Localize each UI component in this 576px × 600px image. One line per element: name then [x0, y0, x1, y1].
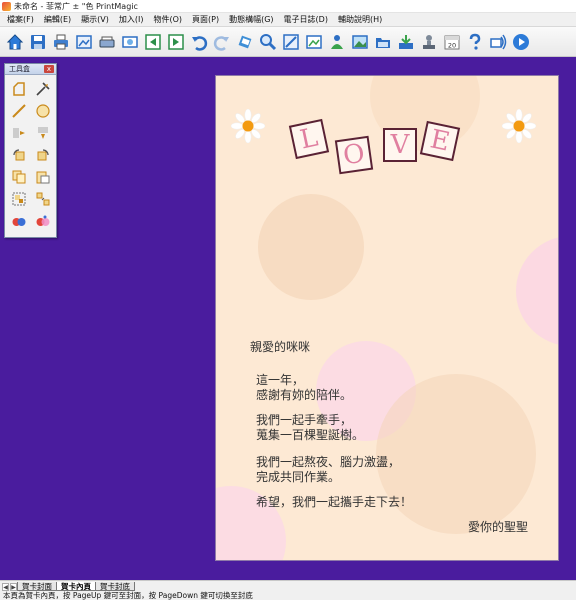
message-line[interactable]: 完成共同作業。: [256, 470, 340, 485]
menu-ediary[interactable]: 電子日誌(D): [279, 14, 333, 25]
color-fill-icon[interactable]: [7, 210, 31, 232]
rotate-right-icon[interactable]: [31, 144, 55, 166]
signature[interactable]: 愛你的聖聖: [468, 520, 528, 535]
undo-icon[interactable]: [189, 32, 209, 52]
image-frame-icon[interactable]: [304, 32, 324, 52]
decor-circle: [258, 194, 364, 300]
page-tabs: ◀ ▶ 賀卡封面 賀卡內頁 賀卡封底: [0, 581, 576, 591]
message-line[interactable]: 感謝有妳的陪伴。: [256, 388, 352, 403]
color-effect-icon[interactable]: [31, 210, 55, 232]
tab-prev-icon[interactable]: ◀: [2, 583, 9, 591]
zoom-icon[interactable]: [258, 32, 278, 52]
letter-tile-v[interactable]: V: [383, 128, 417, 162]
menu-page[interactable]: 頁面(P): [187, 14, 224, 25]
decor-circle: [376, 374, 536, 534]
menu-animation[interactable]: 動態構幅(G): [224, 14, 278, 25]
ellipse-icon[interactable]: [31, 100, 55, 122]
status-area: ◀ ▶ 賀卡封面 賀卡內頁 賀卡封底 本頁為賀卡內頁，按 PageUp 鍵可至封…: [0, 580, 576, 600]
open-folder-icon[interactable]: [373, 32, 393, 52]
prev-page-icon[interactable]: [143, 32, 163, 52]
daisy-flower-icon: [231, 109, 265, 143]
rotate-left-icon[interactable]: [7, 144, 31, 166]
next-page-icon[interactable]: [166, 32, 186, 52]
toolbox-title: 工具盒: [9, 65, 30, 73]
menu-help[interactable]: 輔助說明(H): [333, 14, 387, 25]
scan-icon[interactable]: [97, 32, 117, 52]
close-icon[interactable]: x: [44, 65, 54, 73]
message-line[interactable]: 蒐集一百棵聖誕樹。: [256, 428, 364, 443]
tool-grid: [5, 75, 56, 235]
menu-object[interactable]: 物件(O): [148, 14, 187, 25]
flip-horizontal-icon[interactable]: [7, 122, 31, 144]
network-icon[interactable]: [488, 32, 508, 52]
message-line[interactable]: 希望，我們一起攜手走下去！: [256, 495, 412, 510]
ungroup-icon[interactable]: [31, 188, 55, 210]
group-icon[interactable]: [7, 188, 31, 210]
print-preview-icon[interactable]: [74, 32, 94, 52]
person-icon[interactable]: [327, 32, 347, 52]
menu-bar: 檔案(F) 編輯(E) 顯示(V) 加入(I) 物件(O) 頁面(P) 動態構幅…: [0, 13, 576, 27]
rotate-icon[interactable]: [235, 32, 255, 52]
download-icon[interactable]: [396, 32, 416, 52]
message-line[interactable]: 我們一起熬夜、腦力激盪，: [256, 455, 400, 470]
greeting-card-page[interactable]: L O V E 親愛的咪咪 這一年， 感謝有妳的陪伴。 我們一起手牽手， 蒐集一…: [215, 75, 559, 561]
main-toolbar: 20: [0, 27, 576, 57]
message-line[interactable]: 我們一起手牽手，: [256, 413, 352, 428]
toolbox-titlebar[interactable]: 工具盒 x: [5, 64, 56, 75]
letter-tile-e[interactable]: E: [419, 120, 461, 162]
greeting-line[interactable]: 親愛的咪咪: [250, 340, 310, 355]
title-bar: 未命名 - 菲常广 ± "色 PrintMagic: [0, 0, 576, 13]
pen-icon[interactable]: [31, 78, 55, 100]
menu-insert[interactable]: 加入(I): [114, 14, 149, 25]
message-line[interactable]: 這一年，: [256, 373, 304, 388]
paste-icon[interactable]: [31, 166, 55, 188]
photo-icon[interactable]: [120, 32, 140, 52]
menu-file[interactable]: 檔案(F): [2, 14, 39, 25]
print-icon[interactable]: [51, 32, 71, 52]
landscape-icon[interactable]: [350, 32, 370, 52]
app-icon: [2, 1, 11, 11]
tab-next-icon[interactable]: ▶: [10, 583, 17, 591]
home-icon[interactable]: [5, 32, 25, 52]
flip-vertical-icon[interactable]: [31, 122, 55, 144]
daisy-flower-icon: [502, 109, 536, 143]
menu-edit[interactable]: 編輯(E): [39, 14, 76, 25]
menu-view[interactable]: 顯示(V): [76, 14, 114, 25]
image-edit-icon[interactable]: [281, 32, 301, 52]
tab-card-back[interactable]: 賀卡封底: [95, 582, 135, 591]
copy-icon[interactable]: [7, 166, 31, 188]
save-icon[interactable]: [28, 32, 48, 52]
tab-card-inside[interactable]: 賀卡內頁: [56, 582, 96, 591]
calendar-day: 20: [448, 41, 456, 49]
letter-tile-l[interactable]: L: [288, 118, 330, 160]
status-text: 本頁為賀卡內頁，按 PageUp 鍵可至封面，按 PageDown 鍵可切換至封…: [3, 591, 253, 600]
redo-icon[interactable]: [212, 32, 232, 52]
decor-circle: [516, 236, 558, 346]
calendar-icon[interactable]: 20: [442, 32, 462, 52]
tab-card-cover[interactable]: 賀卡封面: [17, 582, 57, 591]
letter-tile-o[interactable]: O: [334, 135, 374, 175]
help-icon[interactable]: [465, 32, 485, 52]
window-title: 未命名 - 菲常广 ± "色 PrintMagic: [14, 1, 138, 11]
stamp-icon[interactable]: [419, 32, 439, 52]
play-icon[interactable]: [511, 32, 531, 52]
toolbox-panel: 工具盒 x: [4, 63, 57, 238]
line-icon[interactable]: [7, 100, 31, 122]
shape-icon[interactable]: [7, 78, 31, 100]
